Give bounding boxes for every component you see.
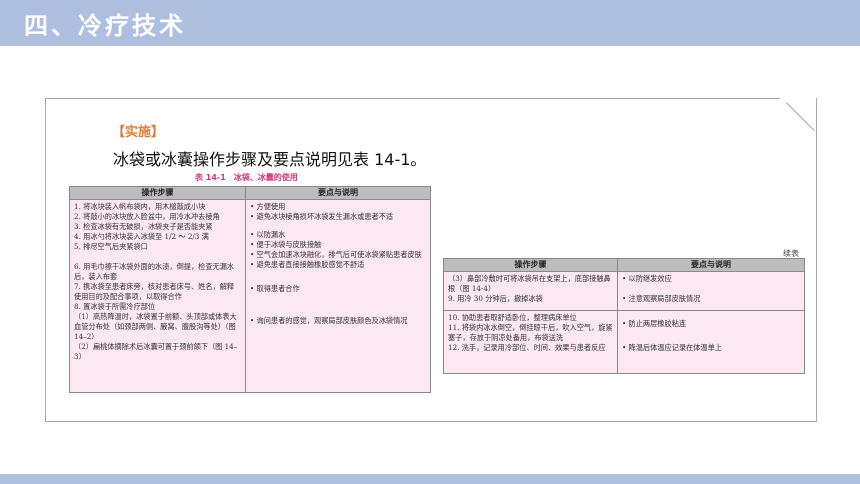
step-item: （3）鼻部冷敷时可将冰袋吊在支架上，底部接触鼻根（图 14-4） [448,274,611,293]
note-item: • 以防漏水 [250,230,286,239]
column-header-notes: 要点与说明 [245,186,431,200]
page-title: 四、冷疗技术 [24,12,186,40]
notes-cell: • 方便使用 • 避免冰块棱角损坏冰袋发生漏水或患者不适 • 以防漏水 • 便于… [245,199,431,393]
frame-corner-fold [780,98,816,134]
note-item: • 降温后体温应记录在体温单上 [622,343,722,352]
intro-text: 冰袋或冰囊操作步骤及要点说明见表 14-1。 [113,150,427,169]
table-row: 1. 将冰块装入帆布袋内，用木槌敲成小块 2. 将敲小的冰块放入脸盆中，用冷水冲… [69,199,431,393]
note-item: • 注意观察局部皮肤情况 [622,294,701,303]
step-item: 11. 将袋内冰水倒空，倒挂晾干后，吹入空气，旋紧塞子，存放于阴凉处备用，布袋送… [448,323,613,342]
step-item: 1. 将冰块装入帆布袋内，用木槌敲成小块 [74,202,206,211]
step-item: 8. 置冰袋于所需冷疗部位 [74,302,156,311]
step-item: 3. 检查冰袋有无破损，冰袋夹子是否能夹紧 [74,222,213,231]
step-item: 9. 用冷 30 分钟后，撤掉冰袋 [448,294,543,303]
procedure-table: 操作步骤 要点与说明 1. 将冰块装入帆布袋内，用木槌敲成小块 2. 将敲小的冰… [69,186,431,393]
note-item: • 防止两层橡胶粘连 [622,319,687,328]
notes-cell: • 防止两层橡胶粘连 • 降温后体温应记录在体温单上 [617,310,805,374]
step-item: 6. 用毛巾擦干冰袋外面的水渍，倒提，检查无漏水后，装入布套 [74,262,235,281]
note-item: • 询问患者的感觉，观察局部皮肤颜色及冰袋情况 [250,316,408,325]
steps-cell: 1. 将冰块装入帆布袋内，用木槌敲成小块 2. 将敲小的冰块放入脸盆中，用冷水冲… [69,199,246,393]
table-caption: 表 14-1 冰袋、冰囊的使用 [195,173,298,182]
note-item: • 方便使用 [250,202,286,211]
table-row: 10. 协助患者取舒适卧位，整理病床单位 11. 将袋内冰水倒空，倒挂晾干后，吹… [443,310,805,374]
note-item: • 空气会加速冰块融化，排气后可使冰袋紧贴患者皮肤 [250,250,422,259]
step-item: 7. 携冰袋至患者床旁，核对患者床号、姓名，解释使用目的及配合事项，以取得合作 [74,282,235,301]
note-item: • 避免患者直接接触橡胶感觉不舒适 [250,260,365,269]
note-item: • 以防继发效应 [622,274,672,283]
step-item: 4. 用冰勺将冰块装入冰袋至 1/2 ～ 2/3 满 [74,232,209,241]
notes-cell: • 以防继发效应 • 注意观察局部皮肤情况 [617,271,805,311]
footer-bar [0,474,860,484]
section-label: 【实施】 [112,125,165,140]
header-bar: 四、冷疗技术 [0,0,860,46]
step-item: 2. 将敲小的冰块放入脸盆中，用冷水冲去棱角 [74,212,220,221]
column-header-steps: 操作步骤 [69,186,246,200]
note-item: • 避免冰块棱角损坏冰袋发生漏水或患者不适 [250,212,394,221]
note-item: • 取得患者合作 [250,284,300,293]
table-header-row: 操作步骤 要点与说明 [443,258,805,272]
step-item: （2）扁桃体摘除术后冰囊可置于颈前颌下（图 14–3） [74,342,238,361]
note-item: • 便于冰袋与皮肤接触 [250,240,322,249]
column-header-steps: 操作步骤 [443,258,618,272]
column-header-notes: 要点与说明 [617,258,805,272]
step-item: 10. 协助患者取舒适卧位，整理病床单位 [448,313,577,322]
step-item: 5. 排尽空气后夹紧袋口 [74,242,148,251]
step-item: （1）高热降温时，冰袋置于前额、头顶部或体表大血管分布处（如颈部两侧、腋窝、腹股… [74,312,237,341]
step-item: 12. 洗手，记录用冷部位、时间、效果与患者反应 [448,343,606,352]
steps-cell: （3）鼻部冷敷时可将冰袋吊在支架上，底部接触鼻根（图 14-4） 9. 用冷 3… [443,271,618,311]
steps-cell: 10. 协助患者取舒适卧位，整理病床单位 11. 将袋内冰水倒空，倒挂晾干后，吹… [443,310,618,374]
procedure-table-continued: 操作步骤 要点与说明 （3）鼻部冷敷时可将冰袋吊在支架上，底部接触鼻根（图 14… [443,258,805,374]
table-header-row: 操作步骤 要点与说明 [69,186,431,200]
table-row: （3）鼻部冷敷时可将冰袋吊在支架上，底部接触鼻根（图 14-4） 9. 用冷 3… [443,271,805,311]
